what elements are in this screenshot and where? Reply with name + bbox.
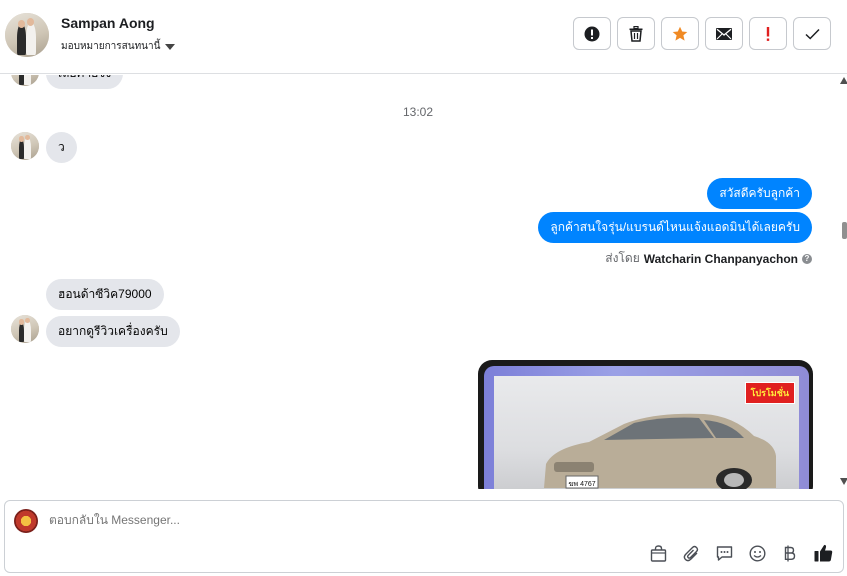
scroll-down-arrow-icon[interactable] (840, 478, 847, 485)
help-icon[interactable]: ? (802, 253, 812, 264)
contact-avatar-small (11, 132, 39, 160)
saved-reply-icon[interactable] (714, 543, 734, 563)
license-plate: ฆพ 4767 (568, 481, 595, 488)
caret-down-icon (165, 43, 176, 50)
incoming-message: ฮอนด้าซีวิค79000 (46, 279, 164, 310)
report-button[interactable] (573, 17, 611, 50)
conversation-header: Sampan Aong มอบหมายการสนทนานี้ (0, 0, 847, 74)
promo-tag: โปรโมชั่น (744, 382, 795, 404)
incoming-message: ว (46, 132, 77, 163)
sent-by-name: Watcharin Chanpanyachon (643, 251, 798, 266)
mail-button[interactable] (705, 17, 743, 50)
page-avatar (14, 509, 38, 533)
car-photo: ฆพ 4767 โปรโมชั่น (494, 376, 799, 489)
sent-by-info: ส่งโดย Watcharin Chanpanyachon ? (605, 249, 812, 268)
scrollbar-thumb[interactable] (842, 222, 847, 239)
assign-conversation-dropdown[interactable]: มอบหมายการสนทนานี้ (61, 39, 176, 54)
contact-avatar[interactable] (5, 13, 49, 57)
shopping-bag-icon[interactable] (648, 543, 668, 563)
outgoing-message: สวัสดีครับลูกค้า (707, 178, 812, 209)
sent-by-prefix: ส่งโดย (605, 251, 640, 265)
image-attachment[interactable]: ฆพ 4767 โปรโมชั่น (478, 360, 813, 489)
delete-button[interactable] (617, 17, 655, 50)
mail-icon (716, 27, 732, 40)
mark-important-button[interactable] (749, 17, 787, 50)
star-icon (672, 26, 688, 41)
mark-done-button[interactable] (793, 17, 831, 50)
outgoing-message: ลูกค้าสนใจรุ่น/แบรนด์ไหนแจ้งแอดมินได้เลย… (538, 212, 812, 243)
paperclip-icon[interactable] (681, 543, 701, 563)
incoming-message: เลยค่ายจึง (46, 75, 124, 89)
incoming-message: อยากดูรีวิวเครื่องครับ (46, 316, 180, 347)
star-button[interactable] (661, 17, 699, 50)
scroll-up-arrow-icon[interactable] (840, 77, 847, 84)
mark-important-icon (766, 26, 770, 41)
baht-icon[interactable] (780, 543, 800, 563)
reply-composer (4, 500, 844, 573)
like-icon[interactable] (813, 543, 833, 563)
message-timestamp: 13:02 (402, 105, 434, 119)
contact-avatar-small (11, 75, 39, 86)
composer-toolbar (648, 543, 833, 563)
emoji-icon[interactable] (747, 543, 767, 563)
report-icon (584, 26, 600, 41)
contact-name[interactable]: Sampan Aong (61, 15, 155, 31)
reply-input[interactable] (49, 513, 649, 527)
trash-icon (629, 25, 643, 42)
contact-avatar-small (11, 315, 39, 343)
header-actions (573, 17, 831, 50)
assign-label: มอบหมายการสนทนานี้ (61, 41, 161, 52)
check-icon (804, 28, 820, 40)
scrollbar[interactable] (836, 75, 847, 489)
message-thread[interactable]: เลยค่ายจึง 13:02 ว สวัสดีครับลูกค้า ลูกค… (0, 75, 836, 489)
